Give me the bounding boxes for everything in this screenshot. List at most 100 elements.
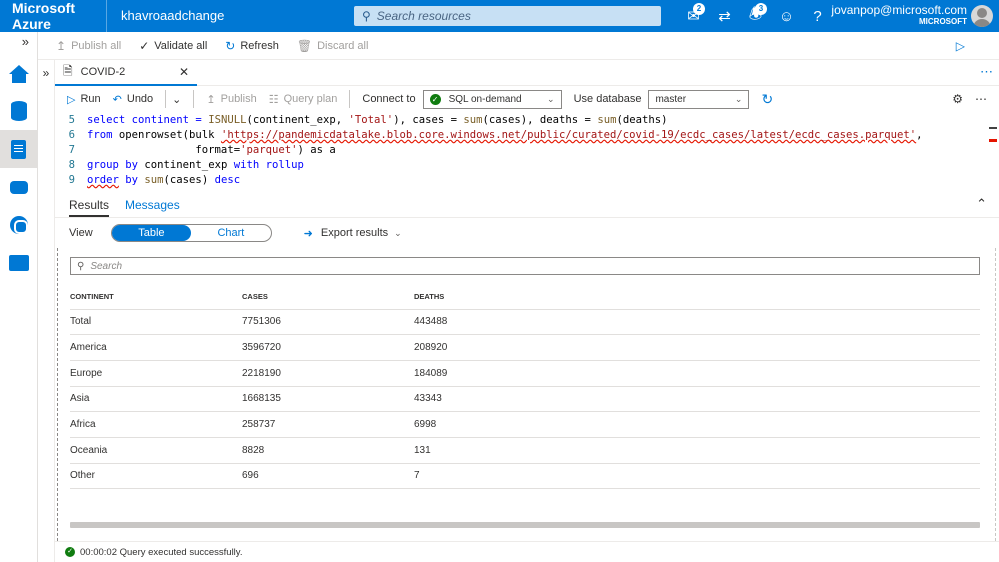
table-cell: Oceania (70, 437, 242, 464)
table-row[interactable]: Europe 2218190 184089 (70, 360, 980, 387)
properties-icon[interactable]: ⚙ (952, 92, 963, 106)
code-token: 'Total' (348, 114, 394, 126)
notifications-badge: 3 (755, 3, 767, 15)
smiley-feedback-icon[interactable]: ☺ (771, 0, 802, 32)
status-message: 00:00:02 Query executed successfully. (80, 546, 243, 558)
collapse-results-icon[interactable]: ⌃ (976, 196, 987, 212)
results-grid: ⚲ Search CONTINENT CASES DEATHS Total 775… (57, 248, 996, 541)
undo-button[interactable]: ↶ Undo (113, 93, 154, 106)
search-placeholder: Search resources (376, 9, 471, 23)
undo-icon: ↶ (112, 93, 122, 106)
table-row[interactable]: America 3596720 208920 (70, 334, 980, 361)
code-token: order (87, 174, 119, 186)
feedback-icon[interactable]: ✉ 2 (678, 0, 709, 32)
table-cell: 1668135 (242, 386, 414, 413)
discard-all-button[interactable]: 🗑 Discard all (297, 39, 369, 53)
run-button[interactable]: ▷ Run (67, 93, 101, 106)
code-token: continent_exp (138, 159, 234, 171)
brand-label[interactable]: Microsoft Azure (0, 0, 106, 32)
table-row[interactable]: Total 7751306 443488 (70, 309, 980, 336)
search-resources-input[interactable]: ⚲ Search resources (354, 6, 661, 26)
column-header[interactable]: CASES (242, 285, 414, 310)
undo-label: Undo (126, 93, 154, 105)
tab-covid-2[interactable]: 🗎 COVID-2 ✕ (55, 60, 197, 86)
table-cell: Asia (70, 386, 242, 413)
nav-monitor[interactable] (0, 206, 37, 244)
more-icon[interactable]: ⋯ (975, 92, 987, 106)
table-cell: 3596720 (242, 334, 414, 361)
nav-orchestrate[interactable] (0, 168, 37, 206)
database-icon (10, 101, 27, 121)
table-row[interactable]: Oceania 8828 131 (70, 437, 980, 464)
table-cell: 696 (242, 463, 414, 490)
validate-all-button[interactable]: ✓ Validate all (139, 39, 207, 53)
nav-data[interactable] (0, 92, 37, 130)
table-cell: Total (70, 309, 242, 336)
close-icon[interactable]: ✕ (179, 65, 189, 79)
code-token: (deaths) (616, 114, 668, 126)
divider (165, 90, 167, 108)
feedback-badge: 2 (693, 3, 705, 15)
search-icon: ⚲ (77, 260, 85, 272)
view-label: View (69, 227, 93, 239)
sql-editor[interactable]: 5 select continent = ISNULL (continent_ex… (55, 113, 999, 189)
play-icon[interactable]: ▷ (956, 39, 965, 53)
view-table-option[interactable]: Table (111, 225, 192, 241)
switch-directory-icon[interactable]: ⇄ (709, 0, 740, 32)
refresh-button[interactable]: ↻ Refresh (225, 39, 279, 53)
table-row[interactable]: Asia 1668135 43343 (70, 386, 980, 413)
avatar[interactable] (971, 5, 993, 27)
chevron-down-icon: ⌄ (547, 93, 555, 104)
notifications-icon[interactable]: 🕭 3 (740, 0, 771, 32)
workspace-name[interactable]: khavroaadchange (106, 0, 224, 32)
table-cell: 8828 (242, 437, 414, 464)
query-plan-label: Query plan (283, 93, 338, 105)
view-chart-option[interactable]: Chart (191, 225, 271, 241)
tab-results[interactable]: Results (69, 198, 110, 217)
code-token: (cases) (163, 174, 215, 186)
nav-manage[interactable] (0, 244, 37, 282)
export-results-button[interactable]: ➜ Export results ⌄ (304, 227, 402, 240)
results-view-row: View Table Chart ➜ Export results ⌄ (55, 220, 999, 246)
table-cell: America (70, 334, 242, 361)
table-cell: 208920 (414, 334, 980, 361)
column-header[interactable]: DEATHS (414, 285, 980, 310)
table-cell: Africa (70, 411, 242, 438)
table-cell: 443488 (414, 309, 980, 336)
view-toggle[interactable]: Table Chart (110, 224, 272, 242)
query-plan-button[interactable]: ☷ Query plan (269, 93, 338, 106)
nav-develop[interactable] (0, 130, 37, 168)
results-search-input[interactable]: ⚲ Search (70, 257, 980, 275)
user-account[interactable]: jovanpop@microsoft.com MICROSOFT (831, 4, 967, 28)
more-icon[interactable]: ⋯ (980, 64, 993, 80)
column-header[interactable]: CONTINENT (70, 285, 242, 310)
table-row[interactable]: Africa 258737 6998 (70, 411, 980, 438)
connect-to-select[interactable]: ✓ SQL on-demand ⌄ (422, 89, 562, 109)
search-icon: ⚲ (362, 9, 371, 23)
horizontal-scrollbar[interactable] (70, 522, 980, 528)
expand-explorer-icon[interactable]: » (38, 66, 54, 80)
use-database-select[interactable]: master ⌄ (648, 89, 750, 109)
nav-home[interactable] (0, 54, 37, 92)
code-token: 'parquet' (240, 144, 298, 156)
table-cell: 258737 (242, 411, 414, 438)
export-results-label: Export results (320, 227, 389, 239)
publish-button[interactable]: ↥ Publish (206, 93, 256, 106)
table-header-row: CONTINENT CASES DEATHS (70, 285, 980, 310)
refresh-icon[interactable]: ↻ (761, 91, 773, 108)
connect-to-value: SQL on-demand (448, 93, 522, 105)
code-line: 7 format='parquet') as a (55, 143, 999, 158)
status-bar: ✓ 00:00:02 Query executed successfully. (55, 541, 999, 562)
tab-messages[interactable]: Messages (125, 198, 180, 212)
help-icon[interactable]: ? (802, 0, 833, 32)
table-row[interactable]: Other 696 7 (70, 463, 980, 490)
table-cell: Other (70, 463, 242, 490)
refresh-label: Refresh (240, 39, 279, 52)
top-bar: Microsoft Azure khavroaadchange ⚲ Search… (0, 0, 999, 32)
line-number: 6 (68, 129, 75, 141)
divider (193, 90, 195, 108)
undo-dropdown[interactable]: ⌄ (172, 93, 181, 106)
success-check-icon: ✓ (65, 547, 75, 557)
expand-nav-icon[interactable]: » (0, 32, 37, 54)
publish-all-button[interactable]: ↥ Publish all (56, 39, 121, 53)
